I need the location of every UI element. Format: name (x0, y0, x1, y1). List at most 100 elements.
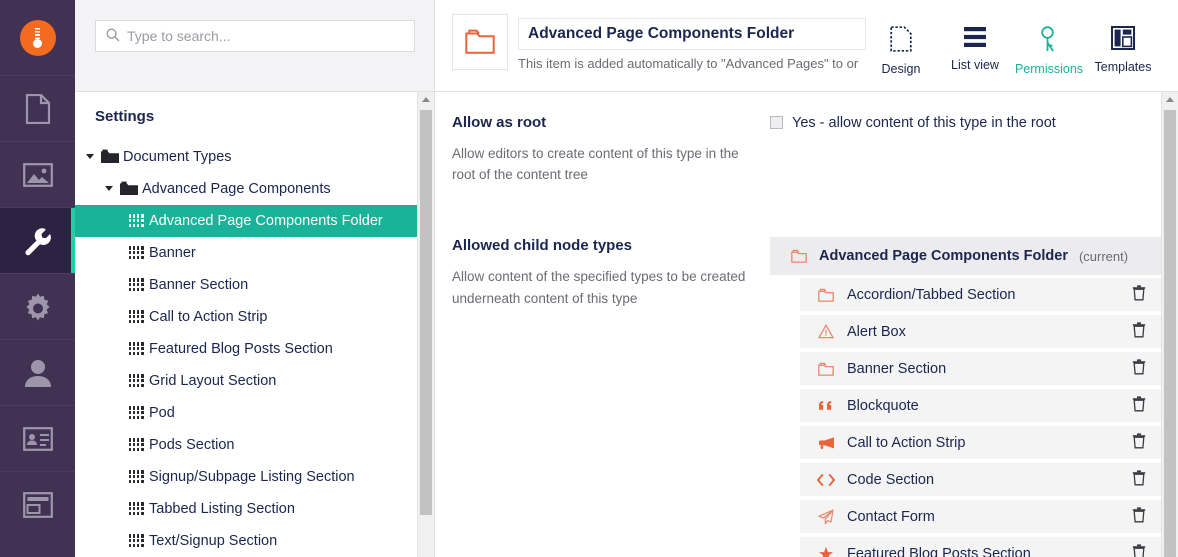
scroll-up-arrow-icon[interactable] (418, 91, 434, 107)
tree-item-call-to-action-strip[interactable]: Call to Action Strip (75, 301, 417, 333)
forms-icon (22, 491, 53, 518)
body: Settings Document Types Advanced Page Co… (75, 91, 1178, 557)
child-node-banner-section[interactable]: Banner Section (800, 352, 1161, 386)
trash-icon[interactable] (1132, 507, 1146, 526)
trash-icon[interactable] (1132, 433, 1146, 452)
property-allow-as-root: Allow as root Allow editors to create co… (452, 114, 1161, 186)
tab-templates[interactable]: Templates (1086, 20, 1160, 74)
tree-scrollbar[interactable] (417, 91, 434, 557)
quote-icon (817, 400, 835, 412)
tree-item-tabbed-listing-section[interactable]: Tabbed Listing Section (75, 493, 417, 525)
tab-list-view[interactable]: List view (938, 20, 1012, 72)
tab-design[interactable]: Design (864, 20, 938, 76)
content-scrollbar-thumb[interactable] (1164, 109, 1176, 557)
tree-item-pods-section[interactable]: Pods Section (75, 429, 417, 461)
umbraco-backoffice: advancedPageComponents This item is adde… (0, 0, 1178, 557)
allow-as-root-checkbox[interactable] (770, 116, 783, 130)
child-node-accordion-tabbed-section[interactable]: Accordion/Tabbed Section (800, 278, 1161, 312)
allowed-child-node-list: Accordion/Tabbed Section Alert Box Banne… (770, 278, 1161, 557)
tree-item-featured-blog-posts-section[interactable]: Featured Blog Posts Section (75, 333, 417, 365)
property-label-column: Allow as root Allow editors to create co… (452, 114, 770, 186)
content-scrollbar[interactable] (1161, 91, 1178, 557)
tree-item-label: Call to Action Strip (149, 308, 268, 325)
tree-item-pod[interactable]: Pod (75, 397, 417, 429)
doctype-name-input[interactable] (518, 18, 866, 50)
tree-item-banner[interactable]: Banner (75, 237, 417, 269)
trash-icon[interactable] (1132, 359, 1146, 378)
current-node-row: Advanced Page Components Folder (current… (770, 237, 1161, 276)
search-box[interactable] (95, 20, 415, 52)
allow-as-root-description: Allow editors to create content of this … (452, 145, 739, 182)
child-node-alert-box[interactable]: Alert Box (800, 315, 1161, 349)
trash-icon[interactable] (1132, 470, 1146, 489)
tree-item-signup-subpage-listing-section[interactable]: Signup/Subpage Listing Section (75, 461, 417, 493)
grid-icon (123, 342, 149, 356)
permissions-key-icon (1038, 26, 1060, 55)
trash-icon[interactable] (1132, 322, 1146, 341)
tab-permissions[interactable]: Permissions (1012, 20, 1086, 76)
sidebar-item-members[interactable] (0, 405, 75, 471)
tree-item-grid-layout-section[interactable]: Grid Layout Section (75, 365, 417, 397)
trash-icon[interactable] (1132, 396, 1146, 415)
umbraco-logo[interactable] (0, 0, 75, 75)
allowed-child-node-types-title: Allowed child node types (452, 237, 633, 255)
tree-item-text-signup-section[interactable]: Text/Signup Section (75, 525, 417, 557)
folder-icon (790, 249, 808, 264)
content-inner: Allow as root Allow editors to create co… (435, 92, 1161, 557)
name-block: advancedPageComponents This item is adde… (518, 14, 866, 71)
folder-black-icon (116, 181, 142, 196)
child-node-contact-form[interactable]: Contact Form (800, 500, 1161, 534)
tree-item-label: Signup/Subpage Listing Section (149, 468, 355, 485)
sidebar-item-packages[interactable] (0, 273, 75, 339)
search-input[interactable] (127, 28, 404, 44)
child-node-label: Call to Action Strip (847, 434, 966, 451)
settings-wrench-icon (23, 226, 53, 256)
tree-item-advanced-page-components-folder[interactable]: Advanced Page Components Folder (75, 204, 417, 237)
tree-item-label: Pods Section (149, 436, 235, 453)
tree-item-label: Banner (149, 244, 196, 261)
chevron-down-icon[interactable] (83, 154, 97, 159)
doctype-icon-button[interactable] (452, 14, 508, 70)
sidebar-item-content[interactable] (0, 75, 75, 141)
child-node-code-section[interactable]: Code Section (800, 463, 1161, 497)
paper-plane-icon (817, 509, 835, 525)
tab-list-view-label: List view (951, 58, 999, 72)
tree-title: Settings (95, 107, 155, 125)
sidebar-item-settings[interactable] (0, 207, 75, 273)
tree-item-label: Advanced Page Components Folder (149, 212, 383, 229)
allowed-child-node-types-description: Allow content of the specified types to … (452, 269, 746, 306)
tree-item-document-types[interactable]: Document Types (75, 141, 417, 173)
trash-icon[interactable] (1132, 544, 1146, 557)
child-node-featured-blog-posts-section[interactable]: Featured Blog Posts Section (800, 537, 1161, 557)
tree-item-label: Featured Blog Posts Section (149, 340, 333, 357)
grid-icon (123, 502, 149, 516)
child-node-blockquote[interactable]: Blockquote (800, 389, 1161, 423)
document-outline-icon (890, 26, 912, 55)
tree-item-advanced-page-components[interactable]: Advanced Page Components (75, 173, 417, 205)
tab-design-label: Design (881, 62, 921, 76)
grid-icon (123, 278, 149, 292)
members-card-icon (22, 426, 53, 451)
trash-icon[interactable] (1132, 285, 1146, 304)
sidebar-item-users[interactable] (0, 339, 75, 405)
code-icon (817, 473, 835, 486)
grid-icon (123, 214, 149, 228)
sidebar-item-media[interactable] (0, 141, 75, 207)
users-person-icon (24, 359, 51, 387)
tree-item-label: Tabbed Listing Section (149, 500, 295, 517)
current-node-suffix: (current) (1078, 248, 1129, 264)
tree-scrollbar-thumb[interactable] (420, 109, 432, 515)
tree-item-label: Advanced Page Components (142, 180, 331, 197)
sidebar-item-forms[interactable] (0, 471, 75, 537)
grid-icon (123, 470, 149, 484)
child-node-label: Code Section (847, 471, 935, 488)
tree-item-banner-section[interactable]: Banner Section (75, 269, 417, 301)
allow-as-root-checkbox-row[interactable]: Yes - allow content of this type in the … (770, 114, 1161, 131)
child-node-call-to-action-strip[interactable]: Call to Action Strip (800, 426, 1161, 460)
tree-item-label: Text/Signup Section (149, 532, 278, 549)
scroll-up-arrow-icon[interactable] (1162, 92, 1178, 107)
star-icon (817, 546, 835, 557)
child-node-label: Featured Blog Posts Section (847, 545, 1031, 557)
allow-as-root-checkbox-label: Yes - allow content of this type in the … (792, 114, 1056, 131)
chevron-down-icon[interactable] (102, 186, 116, 191)
